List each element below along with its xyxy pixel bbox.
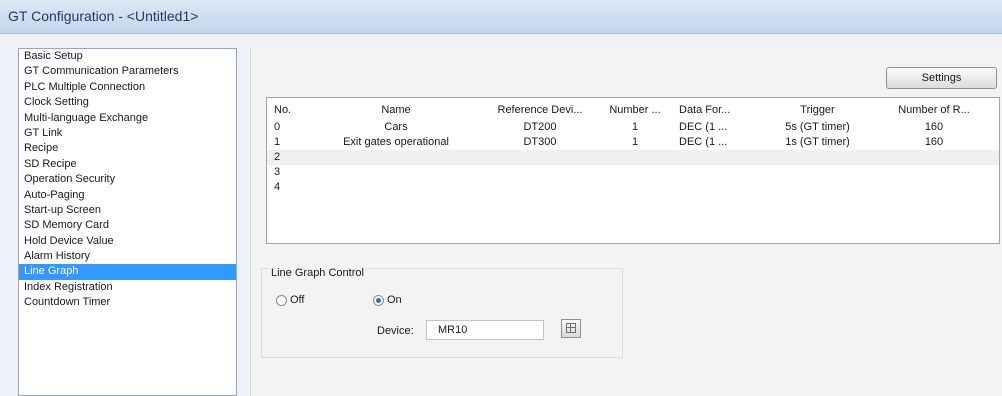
column-header-reference-device[interactable]: Reference Devi... <box>481 100 599 120</box>
table-cell: DT200 <box>523 121 557 133</box>
column-header-no[interactable]: No. <box>274 100 314 120</box>
sidebar-item-recipe[interactable]: Recipe <box>19 141 236 156</box>
window-title: GT Configuration - <Untitled1> <box>8 8 199 24</box>
device-input[interactable] <box>426 320 544 340</box>
settings-nav-list: Basic Setup GT Communication Parameters … <box>18 48 237 396</box>
sidebar-item-gt-link[interactable]: GT Link <box>19 126 236 141</box>
sidebar-item-multi-language-exchange[interactable]: Multi-language Exchange <box>19 111 236 126</box>
table-cell: 2 <box>274 151 281 163</box>
on-radio[interactable]: On <box>373 294 402 306</box>
table-cell: Exit gates operational <box>343 136 449 148</box>
sidebar-item-plc-multiple-connection[interactable]: PLC Multiple Connection <box>19 80 236 95</box>
sidebar-item-sd-recipe[interactable]: SD Recipe <box>19 157 236 172</box>
device-label: Device: <box>377 325 414 337</box>
table-row[interactable]: 4 <box>267 180 999 195</box>
sidebar-item-start-up-screen[interactable]: Start-up Screen <box>19 203 236 218</box>
table-cell: DEC (1 ... <box>679 136 728 148</box>
sidebar-item-hold-device-value[interactable]: Hold Device Value <box>19 234 236 249</box>
column-header-name[interactable]: Name <box>322 100 470 120</box>
off-radio-label: Off <box>290 294 305 306</box>
sidebar-item-basic-setup[interactable]: Basic Setup <box>19 49 236 64</box>
title-bar: GT Configuration - <Untitled1> <box>0 0 1002 34</box>
table-cell: 1 <box>274 136 281 148</box>
dialog-body: Basic Setup GT Communication Parameters … <box>0 34 1002 396</box>
sidebar-item-countdown-timer[interactable]: Countdown Timer <box>19 295 236 310</box>
device-table-icon <box>566 323 576 333</box>
table-cell: DT300 <box>523 136 557 148</box>
sidebar-item-sd-memory-card[interactable]: SD Memory Card <box>19 218 236 233</box>
table-cell: 0 <box>274 121 281 133</box>
table-cell: 4 <box>274 181 281 193</box>
table-cell: 1 <box>631 136 639 148</box>
device-browse-button[interactable] <box>561 319 581 338</box>
table-row[interactable]: 2 <box>267 150 999 165</box>
column-header-data-format[interactable]: Data For... <box>679 100 759 120</box>
line-graph-settings-panel: Settings No. Name Reference Devi... Numb… <box>250 48 1002 396</box>
table-cell: 5s (GT timer) <box>785 121 850 133</box>
column-header-number-of-records[interactable]: Number of R... <box>879 100 989 120</box>
table-cell: 1s (GT timer) <box>785 136 850 148</box>
column-header-number[interactable]: Number ... <box>606 100 664 120</box>
radio-unchecked-icon <box>276 294 287 306</box>
sidebar-item-auto-paging[interactable]: Auto-Paging <box>19 188 236 203</box>
table-row[interactable]: 0 Cars DT200 1 DEC (1 ... 5s (GT timer) … <box>267 120 999 135</box>
settings-button[interactable]: Settings <box>886 67 997 89</box>
table-row[interactable]: 3 <box>267 165 999 180</box>
radio-checked-icon <box>373 294 384 306</box>
table-cell: Cars <box>384 121 408 133</box>
sidebar-item-gt-communication-parameters[interactable]: GT Communication Parameters <box>19 64 236 79</box>
table-cell: 1 <box>631 121 639 133</box>
line-graph-control-group: Line Graph Control Off On Device: <box>261 267 623 358</box>
table-cell: 160 <box>924 136 944 148</box>
off-radio[interactable]: Off <box>276 294 304 306</box>
sidebar-item-line-graph[interactable]: Line Graph <box>19 264 236 280</box>
column-header-trigger[interactable]: Trigger <box>760 100 875 120</box>
line-graph-table[interactable]: No. Name Reference Devi... Number ... Da… <box>266 97 1000 244</box>
table-cell: 160 <box>924 121 944 133</box>
sidebar-item-clock-setting[interactable]: Clock Setting <box>19 95 236 110</box>
table-row[interactable]: 1 Exit gates operational DT300 1 DEC (1 … <box>267 135 999 150</box>
on-radio-label: On <box>387 294 402 306</box>
sidebar-item-alarm-history[interactable]: Alarm History <box>19 249 236 264</box>
table-cell: 3 <box>274 166 281 178</box>
table-cell: DEC (1 ... <box>679 121 728 133</box>
sidebar-item-index-registration[interactable]: Index Registration <box>19 280 236 295</box>
sidebar-item-operation-security[interactable]: Operation Security <box>19 172 236 187</box>
line-graph-control-title: Line Graph Control <box>268 267 367 279</box>
table-header-row: No. Name Reference Devi... Number ... Da… <box>267 100 999 120</box>
